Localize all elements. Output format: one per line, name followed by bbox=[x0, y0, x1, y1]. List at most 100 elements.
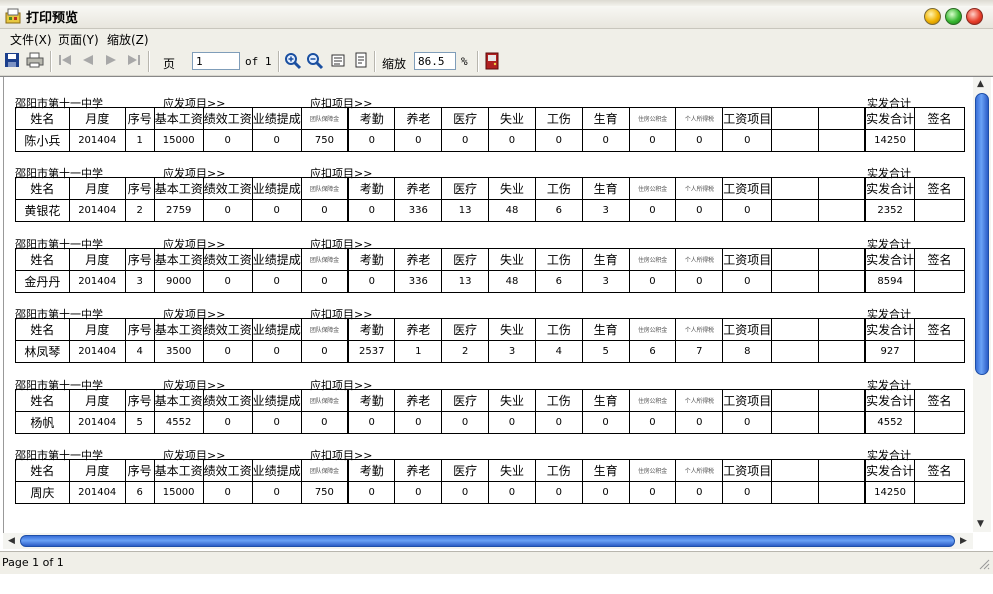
column-header: 姓名 bbox=[15, 177, 70, 200]
vertical-scroll-thumb[interactable] bbox=[975, 93, 989, 375]
table-cell: 2537 bbox=[347, 340, 396, 363]
save-icon[interactable] bbox=[4, 52, 20, 71]
column-header: 业绩提成 bbox=[251, 318, 302, 341]
table-cell: 3 bbox=[581, 270, 630, 293]
scroll-right-icon[interactable]: ▶ bbox=[960, 536, 967, 546]
table-cell: 0 bbox=[347, 129, 396, 152]
table-cell: 0 bbox=[675, 129, 724, 152]
column-header: 工资项目 bbox=[722, 248, 773, 271]
table-cell: 2 bbox=[441, 340, 490, 363]
table-cell: 201404 bbox=[68, 481, 126, 504]
table-cell bbox=[914, 481, 965, 504]
scroll-left-icon[interactable]: ◀ bbox=[8, 536, 15, 546]
menu-page[interactable]: 页面(Y) bbox=[58, 31, 99, 48]
last-page-icon[interactable] bbox=[126, 52, 142, 71]
previous-page-icon[interactable] bbox=[80, 52, 96, 71]
column-header: 医疗 bbox=[441, 177, 490, 200]
resize-grip-icon[interactable] bbox=[978, 558, 990, 573]
first-page-icon[interactable] bbox=[57, 52, 73, 71]
background-window-strip bbox=[0, 0, 993, 6]
table-cell: 0 bbox=[675, 481, 724, 504]
next-page-icon[interactable] bbox=[103, 52, 119, 71]
table-cell: 0 bbox=[722, 481, 773, 504]
column-header: 医疗 bbox=[441, 389, 490, 412]
close-button[interactable] bbox=[966, 8, 983, 25]
status-bar bbox=[0, 551, 993, 574]
column-header: 绩效工资 bbox=[202, 318, 253, 341]
maximize-button[interactable] bbox=[945, 8, 962, 25]
minimize-button[interactable] bbox=[924, 8, 941, 25]
page-width-icon[interactable] bbox=[330, 52, 346, 71]
table-cell: 3 bbox=[488, 340, 536, 363]
printer-icon[interactable] bbox=[26, 52, 44, 71]
menu-file[interactable]: 文件(X) bbox=[10, 31, 52, 48]
column-header: 生育 bbox=[581, 318, 630, 341]
column-header: 个人所得税 bbox=[675, 389, 724, 412]
column-header: 失业 bbox=[488, 389, 536, 412]
zoom-in-icon[interactable] bbox=[284, 52, 302, 73]
table-cell: 8 bbox=[722, 340, 773, 363]
table-cell: 黄银花 bbox=[15, 199, 70, 222]
column-header: 签名 bbox=[914, 248, 965, 271]
table-cell: 48 bbox=[488, 270, 536, 293]
column-header: 实发合计 bbox=[864, 177, 916, 200]
table-cell: 336 bbox=[394, 270, 443, 293]
table-header-row: 姓名 月度 序号 基本工资 绩效工资 业绩提成 团队保障金 考勤 养老 医疗 失业 工伤 生育 住房公积金… bbox=[15, 389, 965, 412]
table-cell: 4 bbox=[534, 340, 583, 363]
column-header bbox=[817, 248, 866, 271]
column-header: 住房公积金 bbox=[628, 177, 677, 200]
table-cell: 0 bbox=[628, 411, 677, 434]
table-cell: 201404 bbox=[68, 340, 126, 363]
zoom-input[interactable]: 86.5 bbox=[414, 52, 456, 70]
column-header: 考勤 bbox=[347, 107, 396, 130]
column-header: 工资项目 bbox=[722, 318, 773, 341]
table-header-row: 姓名 月度 序号 基本工资 绩效工资 业绩提成 团队保障金 考勤 养老 医疗 失业 工伤 生育 住房公积金… bbox=[15, 459, 965, 482]
column-header: 团队保障金 bbox=[300, 389, 349, 412]
table-cell: 4552 bbox=[864, 411, 916, 434]
table-cell: 9000 bbox=[153, 270, 204, 293]
report-record-block: 邵阳市第十一中学 应发项目>> 应扣项目>> 实发合计 姓名 月度 序号 基本工资 绩效工资 业绩… bbox=[15, 447, 965, 517]
exit-icon[interactable] bbox=[485, 52, 499, 73]
column-header: 失业 bbox=[488, 248, 536, 271]
menu-zoom[interactable]: 缩放(Z) bbox=[107, 31, 149, 48]
column-header bbox=[771, 389, 819, 412]
table-cell: 0 bbox=[488, 129, 536, 152]
scroll-down-icon[interactable]: ▼ bbox=[977, 519, 984, 529]
column-header bbox=[817, 107, 866, 130]
table-cell: 0 bbox=[441, 411, 490, 434]
table-row: 林凤琴 201404 4 3500 0 0 0 2537 1 2 3 4 5 6 7 8 927 bbox=[15, 340, 965, 363]
table-cell: 13 bbox=[441, 199, 490, 222]
table-cell: 0 bbox=[300, 270, 349, 293]
table-cell: 0 bbox=[581, 129, 630, 152]
column-header: 姓名 bbox=[15, 459, 70, 482]
page-number-input[interactable]: 1 bbox=[192, 52, 240, 70]
table-cell: 5 bbox=[581, 340, 630, 363]
table-cell: 3 bbox=[581, 199, 630, 222]
whole-page-icon[interactable] bbox=[354, 52, 368, 71]
horizontal-scroll-thumb[interactable] bbox=[20, 535, 955, 547]
column-header: 住房公积金 bbox=[628, 318, 677, 341]
table-cell: 48 bbox=[488, 199, 536, 222]
scroll-up-icon[interactable]: ▲ bbox=[977, 79, 984, 89]
column-header: 生育 bbox=[581, 389, 630, 412]
table-cell: 0 bbox=[394, 411, 443, 434]
column-header bbox=[817, 389, 866, 412]
table-cell: 0 bbox=[347, 481, 396, 504]
column-header: 团队保障金 bbox=[300, 318, 349, 341]
table-cell: 0 bbox=[534, 129, 583, 152]
zoom-out-icon[interactable] bbox=[306, 52, 324, 73]
table-cell: 15000 bbox=[153, 129, 204, 152]
column-header: 序号 bbox=[124, 389, 155, 412]
table-cell: 13 bbox=[441, 270, 490, 293]
column-header: 实发合计 bbox=[864, 248, 916, 271]
column-header: 姓名 bbox=[15, 248, 70, 271]
table-cell: 0 bbox=[488, 411, 536, 434]
table-cell: 0 bbox=[675, 199, 724, 222]
column-header: 月度 bbox=[68, 177, 126, 200]
column-header: 序号 bbox=[124, 177, 155, 200]
window-title: 打印预览 bbox=[26, 11, 79, 26]
table-cell bbox=[771, 129, 819, 152]
column-header: 序号 bbox=[124, 459, 155, 482]
column-header: 考勤 bbox=[347, 389, 396, 412]
table-cell: 0 bbox=[202, 199, 253, 222]
